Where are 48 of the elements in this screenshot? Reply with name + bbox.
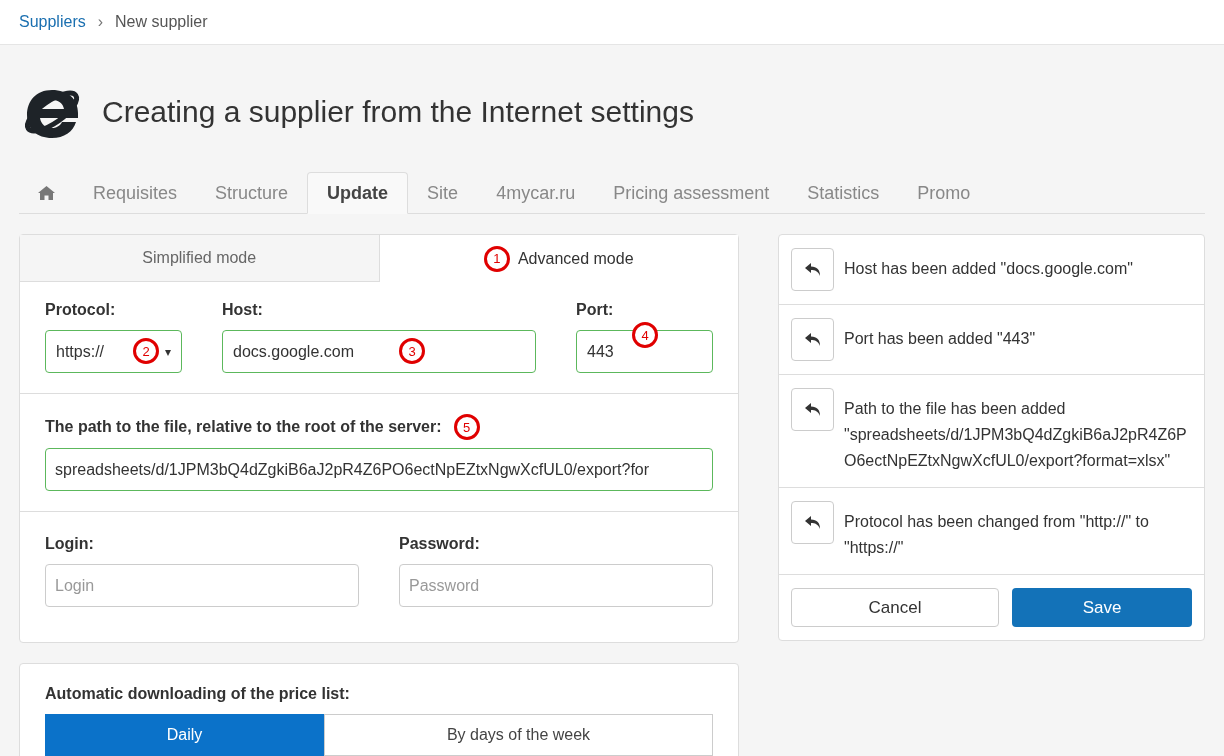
undo-button[interactable] [791,318,834,361]
cancel-button[interactable]: Cancel [791,588,999,627]
save-button[interactable]: Save [1012,588,1192,627]
undo-arrow-icon [804,515,821,530]
tab[interactable]: Promo [898,172,990,214]
tab[interactable]: Requisites [74,172,197,214]
callout-number: 4 [632,322,658,348]
tab[interactable]: Structure [196,172,308,214]
login-field[interactable]: Login [45,564,359,607]
callout-number: 5 [453,414,480,440]
tab[interactable]: Pricing assessment [594,172,789,214]
field-label: The path to the file, relative to the root of the server: [45,417,442,437]
undo-button[interactable] [791,501,834,544]
change-message: Path to the file has been added "spreadsheets/d/1JPM3bQ4dZgkiB6aJ2pR4Z6PO6ectNpEZtxNgwXcfUL0/export?format=xlsx" [844,399,1188,471]
protocol-select[interactable]: https:// 2 ▾ [45,330,182,373]
host-field[interactable]: docs.google.com 3 [222,330,536,373]
undo-arrow-icon [804,262,821,277]
tab[interactable]: 4mycar.ru [477,172,595,214]
password-field[interactable]: Password [399,564,713,607]
breadcrumb-separator: › [97,12,104,32]
field-label: Password: [399,534,481,554]
breadcrumb-current: New supplier [115,12,208,32]
tab[interactable]: Update [307,172,409,214]
undo-arrow-icon [804,402,821,417]
undo-arrow-icon [804,332,821,347]
callout-number: 2 [133,338,159,364]
field-label: Login: [45,534,95,554]
home-icon [38,186,55,200]
field-label: Protocol: [45,300,117,320]
schedule-option[interactable]: Daily [45,714,324,756]
undo-button[interactable] [791,248,834,291]
callout-number: 3 [399,338,425,364]
field-label: Port: [576,300,615,320]
change-message: Host has been added "docs.google.com" [844,259,1133,279]
field-label: Automatic downloading of the price list: [45,684,351,704]
page-title: Creating a supplier from the Internet settings [102,93,694,130]
change-message: Protocol has been changed from "http://" to "https://" [844,512,1150,558]
callout-number: 1 [483,245,510,272]
path-field[interactable]: spreadsheets/d/1JPM3bQ4dZgkiB6aJ2pR4Z6PO6ectNpEZtxNgwXcfUL0/export?for [45,448,713,491]
tab[interactable]: Statistics [788,172,899,214]
caret-icon: ▾ [165,342,171,361]
schedule-option[interactable]: By days of the week [324,714,713,756]
tab[interactable]: Site [408,172,478,214]
change-message: Port has been added "443" [844,329,1036,349]
field-label: Host: [222,300,264,320]
mode-tab[interactable]: Simplified mode [20,235,380,282]
undo-button[interactable] [791,388,834,431]
breadcrumb-link[interactable]: Suppliers [19,10,86,34]
